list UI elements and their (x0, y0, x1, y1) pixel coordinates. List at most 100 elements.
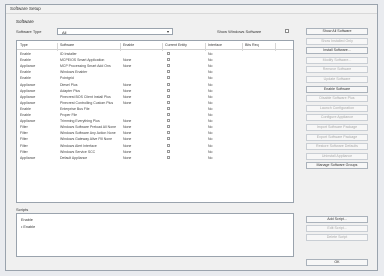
script-button[interactable]: Delete Script (306, 234, 368, 241)
table-row[interactable]: Appliance MCP Processing Smart Add Ons Non… (17, 63, 293, 69)
current-entity-checkbox[interactable] (167, 113, 170, 116)
table-row[interactable]: Filter Windows Alert Interface None No (17, 143, 293, 149)
column-type[interactable]: Type (20, 43, 28, 47)
row-software: Pinecrest BOS Client Install Plus (60, 94, 111, 99)
row-interface: No (208, 137, 213, 142)
row-interface: No (208, 94, 213, 99)
current-entity-checkbox[interactable] (167, 52, 170, 55)
current-entity-checkbox[interactable] (167, 106, 170, 110)
row-enable: None (123, 94, 132, 99)
row-software: Default Appliance (60, 155, 88, 160)
table-row[interactable]: Filter Windows Gateway Alive Fill None Non… (17, 136, 293, 142)
ok-button[interactable]: OK (306, 259, 368, 266)
row-software: Windows Gateway Alive Fill None (60, 137, 113, 142)
current-entity-checkbox[interactable] (167, 119, 170, 123)
row-type: Appliance (20, 155, 36, 160)
current-entity-checkbox[interactable] (167, 131, 170, 135)
scripts-list[interactable]: Enable • Enable (16, 213, 294, 257)
table-row[interactable]: Appliance Pinecrest BOS Client Install Pl… (17, 94, 293, 100)
row-software: Trimming Everything Plus (60, 119, 100, 124)
software-type-select[interactable]: All ▾ (57, 28, 173, 35)
table-row[interactable]: Filter Windows Service SCC None No (17, 149, 293, 155)
current-entity-checkbox[interactable] (167, 82, 170, 86)
script-button[interactable]: Edit Script... (306, 225, 368, 232)
row-type: Appliance (20, 94, 36, 99)
row-software: Diesel Plus (60, 82, 78, 87)
row-interface: No (208, 76, 213, 81)
action-button[interactable]: Export Software Package (306, 133, 368, 141)
column-current-entity[interactable]: Current Entity (165, 43, 187, 47)
column-software[interactable]: Software (60, 43, 74, 47)
software-list[interactable]: Type Software Enable Current Entity Inte… (16, 40, 294, 203)
current-entity-checkbox[interactable] (167, 143, 170, 147)
table-row[interactable]: Appliance Default Appliance None No (17, 155, 293, 161)
action-button[interactable]: Disable Software Plus (306, 95, 368, 103)
table-row[interactable]: Appliance Adapter Plus None No (17, 88, 293, 94)
action-button[interactable]: Modify Software... (306, 56, 368, 64)
current-entity-checkbox[interactable] (167, 88, 170, 92)
action-button[interactable]: Show Installed Only (306, 37, 368, 45)
row-type: Filter (20, 125, 28, 130)
row-interface: No (208, 64, 213, 69)
action-button[interactable]: Enable Software (306, 85, 368, 93)
table-row[interactable]: Enable Enterprise Bus File No (17, 106, 293, 112)
row-type: Appliance (20, 119, 36, 124)
row-interface: No (208, 149, 213, 154)
current-entity-checkbox[interactable] (167, 94, 170, 98)
action-button[interactable]: Show All Software (306, 28, 368, 35)
table-row[interactable]: Enable Proper File No (17, 112, 293, 118)
table-row[interactable]: Appliance Trimming Everything Plus None No (17, 118, 293, 124)
row-enable: None (123, 88, 132, 93)
script-item[interactable]: • Enable (21, 225, 35, 229)
show-windows-checkbox[interactable] (285, 29, 289, 33)
action-button[interactable]: Install Software... (306, 47, 368, 55)
row-type: Enable (20, 52, 31, 56)
row-software: Windows Software Preload All None (60, 125, 117, 130)
action-button[interactable]: Restore Software Defaults (306, 143, 368, 151)
table-row[interactable]: Enable MCPEIOS Smart Application None No (17, 57, 293, 63)
current-entity-checkbox[interactable] (167, 76, 170, 80)
table-row[interactable]: Appliance Diesel Plus None No (17, 82, 293, 88)
table-row[interactable]: Appliance Pinecrest Controlling Custom Pl… (17, 100, 293, 106)
table-row[interactable]: Enable ID Installer No (17, 51, 293, 57)
row-software: Windows Software Any Action None (60, 131, 116, 136)
action-button[interactable]: Remove Software (306, 66, 368, 74)
software-type-value: All (62, 30, 67, 35)
column-interface[interactable]: Interface (208, 43, 222, 47)
row-enable: None (123, 64, 132, 69)
row-type: Appliance (20, 82, 36, 87)
row-interface: No (208, 143, 213, 148)
scripts-label: Scripts (16, 207, 29, 212)
action-button[interactable]: Configure Appliance (306, 114, 368, 122)
table-row[interactable]: Filter Windows Software Preload All None N… (17, 124, 293, 130)
action-button[interactable]: Manage Software Groups (306, 162, 368, 170)
column-enable[interactable]: Enable (123, 43, 134, 47)
current-entity-checkbox[interactable] (167, 137, 170, 141)
table-row[interactable]: Filter Windows Software Any Action None No… (17, 130, 293, 136)
script-item[interactable]: Enable (21, 218, 33, 222)
current-entity-checkbox[interactable] (167, 58, 170, 62)
table-row[interactable]: Enable Pointgrid No (17, 75, 293, 81)
row-type: Enable (20, 70, 31, 75)
row-type: Enable (20, 106, 31, 111)
current-entity-checkbox[interactable] (167, 155, 170, 159)
row-interface: No (208, 58, 213, 63)
current-entity-checkbox[interactable] (167, 64, 170, 68)
row-software: ID Installer (60, 52, 77, 56)
current-entity-checkbox[interactable] (167, 100, 170, 104)
column-bits-req[interactable]: Bits Req (245, 43, 259, 47)
action-button[interactable]: Launch Configuration (306, 104, 368, 112)
current-entity-checkbox[interactable] (167, 149, 170, 153)
current-entity-checkbox[interactable] (167, 125, 170, 129)
row-enable: None (123, 137, 132, 142)
table-row[interactable]: Enable Windows Enabler No (17, 69, 293, 75)
current-entity-checkbox[interactable] (167, 70, 170, 74)
row-software: MCPEIOS Smart Application (60, 58, 105, 63)
row-enable: None (123, 58, 132, 63)
row-enable: None (123, 100, 132, 105)
row-enable: None (123, 131, 132, 136)
action-button[interactable]: Uninstall Appliance (306, 152, 368, 160)
action-button[interactable]: Update Software (306, 76, 368, 83)
action-button[interactable]: Import Software Package (306, 124, 368, 131)
script-button[interactable]: Add Script... (306, 216, 368, 223)
